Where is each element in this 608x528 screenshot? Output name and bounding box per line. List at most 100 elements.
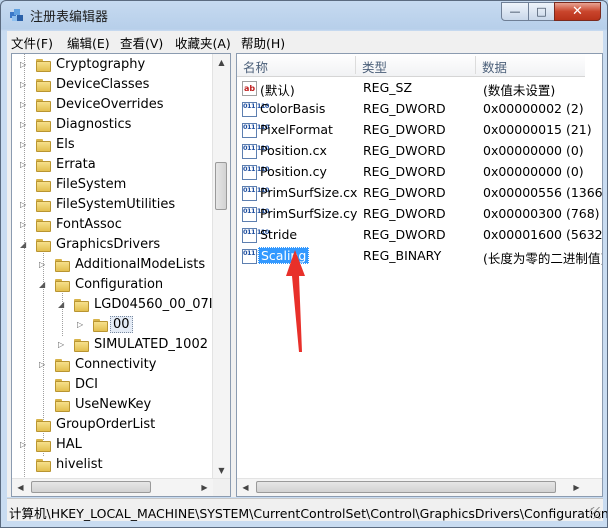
value-name[interactable]: PrimSurfSize.cx	[260, 185, 357, 200]
column-divider[interactable]	[475, 56, 476, 74]
tree-node-label[interactable]: UseNewKey	[75, 397, 151, 412]
tree-node[interactable]: ◢ LGD04560_00_07I	[12, 296, 213, 316]
tree-node-label[interactable]: GraphicsDrivers	[56, 237, 160, 252]
value-row[interactable]: 011 110 ColorBasis REG_DWORD 0x00000002 (2)	[237, 99, 585, 120]
value-name[interactable]: ColorBasis	[260, 101, 325, 116]
tree-node[interactable]: ▷ Diagnostics	[12, 116, 212, 136]
tree-node-label[interactable]: DCI	[75, 377, 98, 392]
collapse-arrow-icon[interactable]: ◢	[58, 300, 68, 310]
tree-vertical-scrollbar[interactable]: ▲ ▼	[212, 54, 230, 479]
tree-node-label[interactable]: FileSystemUtilities	[56, 197, 175, 212]
tree-hscroll-thumb[interactable]	[31, 481, 151, 493]
value-name[interactable]: Position.cx	[260, 143, 327, 158]
maximize-button[interactable]: □	[528, 2, 555, 21]
tree-node[interactable]: ▷ 00	[12, 316, 212, 336]
column-header-data[interactable]: 数据	[482, 57, 507, 76]
expand-arrow-icon[interactable]: ▷	[58, 340, 68, 350]
tree-node[interactable]: ▷ Cryptography	[12, 56, 212, 76]
tree-node-label[interactable]: DeviceClasses	[56, 77, 149, 92]
tree-node[interactable]: ▷ DeviceOverrides	[12, 96, 212, 116]
tree-node[interactable]: ▷ AdditionalModeLists	[12, 256, 212, 276]
expand-arrow-icon[interactable]: ▷	[20, 200, 30, 210]
tree-node-label[interactable]: FileSystem	[56, 177, 126, 192]
key-tree-pane[interactable]: ▷ Cryptography ▷ DeviceClasses ▷ DeviceOverri…	[11, 53, 231, 497]
tree-node-label[interactable]: GroupOrderList	[56, 417, 155, 432]
tree-node[interactable]: ▷ Els	[12, 136, 212, 156]
list-horizontal-scrollbar[interactable]: ◀ ▶	[237, 478, 602, 496]
values-list-pane[interactable]: 名称 类型 数据 ab (默认) REG_SZ (数值未设置) 011 110 Color…	[236, 53, 603, 497]
value-name[interactable]: PrimSurfSize.cy	[260, 206, 357, 221]
close-button[interactable]: ✕	[554, 2, 601, 21]
tree-node[interactable]: ◢ Configuration	[12, 276, 212, 296]
tree-node-label[interactable]: Diagnostics	[56, 117, 131, 132]
tree-node[interactable]: ▷ Errata	[12, 156, 212, 176]
tree-scroll-thumb[interactable]	[215, 162, 227, 210]
value-row[interactable]: 011 110 Position.cy REG_DWORD 0x00000000 (0…	[237, 162, 585, 183]
value-row[interactable]: 011 110 PixelFormat REG_DWORD 0x00000015 (2…	[237, 120, 592, 141]
tree-node-label[interactable]: 00	[110, 316, 133, 333]
scroll-right-arrow-icon[interactable]: ▶	[196, 479, 213, 496]
tree-node-label[interactable]: Cryptography	[56, 57, 145, 72]
tree-node[interactable]: ▷ FileSystemUtilities	[12, 196, 212, 216]
tree-node[interactable]: FileSystem	[12, 176, 212, 196]
tree-node[interactable]: ▷ HAL	[12, 436, 212, 456]
expand-arrow-icon[interactable]: ▷	[39, 360, 49, 370]
expand-arrow-icon[interactable]: ▷	[20, 440, 30, 450]
value-row[interactable]: 011 110 PrimSurfSize.cx REG_DWORD 0x0000055…	[237, 183, 602, 204]
tree-node-label[interactable]: DeviceOverrides	[56, 97, 163, 112]
minimize-button[interactable]: —	[501, 2, 529, 21]
value-name[interactable]: PixelFormat	[260, 122, 333, 137]
scroll-left-arrow-icon[interactable]: ◀	[237, 479, 254, 496]
value-name[interactable]: Stride	[260, 227, 297, 242]
menu-view[interactable]: 查看(V)	[120, 33, 163, 52]
expand-arrow-icon[interactable]: ▷	[39, 260, 49, 270]
tree-node-label[interactable]: Errata	[56, 157, 96, 172]
menu-favorites[interactable]: 收藏夹(A)	[175, 33, 231, 52]
expand-arrow-icon[interactable]: ▷	[20, 140, 30, 150]
tree-horizontal-scrollbar[interactable]: ◀ ▶	[12, 478, 230, 496]
tree-node[interactable]: DCI	[12, 376, 212, 396]
tree-node-label[interactable]: HAL	[56, 437, 82, 452]
expand-arrow-icon[interactable]: ▷	[20, 80, 30, 90]
column-header-name[interactable]: 名称	[243, 57, 268, 76]
tree-node[interactable]: ▷ DeviceClasses	[12, 76, 212, 96]
column-divider[interactable]	[355, 56, 356, 74]
tree-node[interactable]: UseNewKey	[12, 396, 212, 416]
expand-arrow-icon[interactable]: ▷	[20, 60, 30, 70]
menu-help[interactable]: 帮助(H)	[241, 33, 285, 52]
tree-node-label[interactable]: AdditionalModeLists	[75, 257, 205, 272]
value-name[interactable]: Scaling	[258, 247, 310, 264]
scroll-down-arrow-icon[interactable]: ▼	[213, 462, 230, 479]
tree-node[interactable]: hivelist	[12, 456, 212, 476]
list-hscroll-thumb[interactable]	[256, 481, 556, 493]
menu-edit[interactable]: 编辑(E)	[67, 33, 110, 52]
resize-grip-icon[interactable]	[589, 507, 601, 519]
tree-node-label[interactable]: hivelist	[56, 457, 103, 472]
column-header-type[interactable]: 类型	[362, 57, 387, 76]
value-row[interactable]: ab (默认) REG_SZ (数值未设置)	[237, 78, 585, 99]
tree-node-label[interactable]: FontAssoc	[56, 217, 122, 232]
value-row[interactable]: 011 110 PrimSurfSize.cy REG_DWORD 0x0000030…	[237, 204, 600, 225]
tree-node[interactable]: ▷ SIMULATED_1002	[12, 336, 212, 356]
tree-node-label[interactable]: SIMULATED_1002	[94, 337, 208, 352]
collapse-arrow-icon[interactable]: ◢	[20, 240, 30, 250]
title-bar[interactable]: 注册表编辑器 — □ ✕	[1, 1, 607, 29]
value-name[interactable]: (默认)	[260, 80, 295, 99]
collapse-arrow-icon[interactable]: ◢	[39, 280, 49, 290]
value-row[interactable]: 011 110 Position.cx REG_DWORD 0x00000000 (0…	[237, 141, 585, 162]
tree-node-label[interactable]: Connectivity	[75, 357, 156, 372]
tree-node[interactable]: ▷ FontAssoc	[12, 216, 212, 236]
menu-file[interactable]: 文件(F)	[11, 33, 53, 52]
scroll-right-arrow-icon[interactable]: ▶	[568, 479, 585, 496]
expand-arrow-icon[interactable]: ▷	[77, 320, 87, 330]
tree-node[interactable]: ▷ Connectivity	[12, 356, 212, 376]
scroll-left-arrow-icon[interactable]: ◀	[12, 479, 29, 496]
expand-arrow-icon[interactable]: ▷	[20, 220, 30, 230]
value-name[interactable]: Position.cy	[260, 164, 327, 179]
expand-arrow-icon[interactable]: ▷	[20, 120, 30, 130]
value-row[interactable]: 011 110 Stride REG_DWORD 0x00001600 (5632)	[237, 225, 602, 246]
value-row[interactable]: 011 110 Scaling REG_BINARY (长度为零的二进制值)	[237, 246, 602, 267]
scroll-up-arrow-icon[interactable]: ▲	[213, 54, 230, 71]
tree-node-label[interactable]: LGD04560_00_07I	[94, 297, 213, 312]
tree-node-label[interactable]: Els	[56, 137, 75, 152]
